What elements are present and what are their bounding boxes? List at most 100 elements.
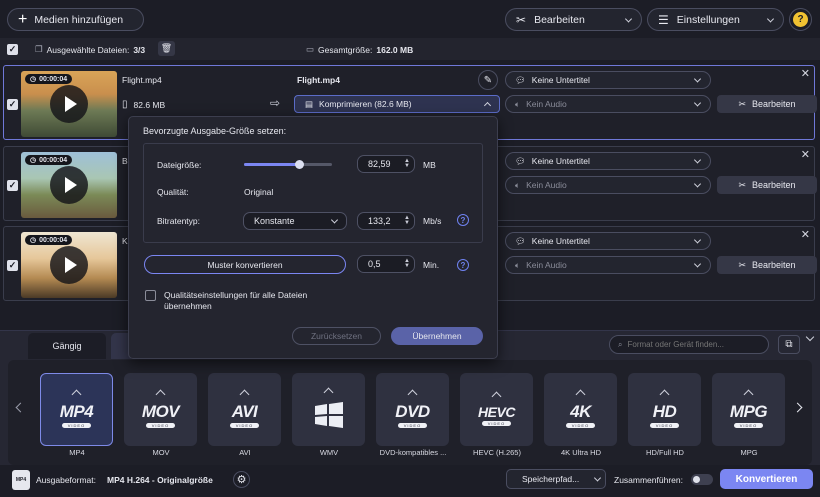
quality-label: Qualität: xyxy=(157,187,189,197)
bitrate-input[interactable]: 133,2 ▲ ▼ xyxy=(357,212,415,230)
spinner-icon[interactable]: ▲ ▼ xyxy=(404,258,410,269)
video-thumbnail[interactable]: ◷ 00:00:04 xyxy=(21,152,117,218)
edit-file-label: Bearbeiten xyxy=(752,260,796,270)
reset-button[interactable]: Zurücksetzen xyxy=(292,327,381,345)
convert-button[interactable]: Konvertieren xyxy=(720,469,813,489)
file-checkbox[interactable]: ✓ xyxy=(7,99,18,110)
help-button[interactable]: ? xyxy=(789,8,812,31)
speaker-icon: 🔈︎ xyxy=(515,179,521,190)
caret-up-icon xyxy=(71,389,82,400)
help-icon[interactable]: ? xyxy=(457,214,469,226)
duration-badge: ◷ 00:00:04 xyxy=(25,155,73,165)
sample-length-input[interactable]: 0,5 ▲ ▼ xyxy=(357,255,415,273)
apply-button[interactable]: Übernehmen xyxy=(391,327,483,345)
caret-up-icon xyxy=(743,389,754,400)
spinner-icon[interactable]: ▲ ▼ xyxy=(404,215,410,226)
edit-file-button[interactable]: ✂ Bearbeiten xyxy=(717,256,817,274)
speech-bubble-icon: 💬︎ xyxy=(515,155,526,166)
device-icon[interactable]: ⧉ xyxy=(778,335,800,354)
document-icon: ▯ xyxy=(122,99,128,110)
compress-dropdown[interactable]: ▤ Komprimieren (82.6 MB) xyxy=(294,95,500,113)
format-mov[interactable]: MOV VIDEO xyxy=(124,373,197,446)
size-label: Dateigröße: xyxy=(157,160,202,170)
subtitle-value: Keine Untertitel xyxy=(531,236,590,246)
audio-dropdown[interactable]: 🔈︎ Kein Audio xyxy=(505,95,711,113)
format-mpg[interactable]: MPG VIDEO xyxy=(712,373,785,446)
audio-value: Kein Audio xyxy=(526,99,567,109)
format-4k[interactable]: 4K VIDEO xyxy=(544,373,617,446)
spinner-icon[interactable]: ▲ ▼ xyxy=(404,158,410,169)
tools-icon: ✂ xyxy=(738,179,746,190)
close-icon[interactable]: ✕ xyxy=(801,67,810,80)
help-icon[interactable]: ? xyxy=(457,259,469,271)
file-checkbox[interactable]: ✓ xyxy=(7,180,18,191)
add-media-button[interactable]: + Medien hinzufügen xyxy=(7,8,144,31)
file-name: B xyxy=(122,156,128,166)
play-icon[interactable] xyxy=(50,246,88,284)
trash-icon[interactable]: 🗑 xyxy=(158,41,175,56)
caret-up-icon xyxy=(407,389,418,400)
format-avi[interactable]: AVI VIDEO xyxy=(208,373,281,446)
format-hd[interactable]: HD VIDEO xyxy=(628,373,701,446)
chevron-down-icon xyxy=(693,260,702,268)
format-wmv[interactable] xyxy=(292,373,365,446)
select-all-checkbox[interactable]: ✓ xyxy=(7,44,18,55)
format-hevc[interactable]: HEVC VIDEO xyxy=(460,373,533,446)
output-format-icon: MP4 xyxy=(12,470,30,490)
edit-file-button[interactable]: ✂ Bearbeiten xyxy=(717,176,817,194)
compression-popup: Bevorzugte Ausgabe-Größe setzen: Dateigr… xyxy=(128,116,498,359)
caret-up-icon xyxy=(491,391,502,402)
sample-convert-button[interactable]: Muster konvertieren xyxy=(144,255,346,274)
apply-label: Übernehmen xyxy=(412,331,462,341)
convert-label: Konvertieren xyxy=(735,473,798,485)
caret-up-icon xyxy=(575,389,586,400)
zip-icon: ▤ xyxy=(305,98,314,109)
format-mp4[interactable]: MP4 VIDEO xyxy=(40,373,113,446)
settings-menu-button[interactable]: ☰ Einstellungen xyxy=(647,8,784,31)
caret-up-icon xyxy=(155,389,166,400)
output-format-label: Ausgabeformat: xyxy=(36,475,97,485)
caret-up-icon xyxy=(323,387,334,398)
close-icon[interactable]: ✕ xyxy=(801,228,810,241)
size-slider[interactable] xyxy=(244,160,332,169)
edit-menu-button[interactable]: ✂ Bearbeiten xyxy=(505,8,642,31)
edit-file-button[interactable]: ✂ Bearbeiten xyxy=(717,95,817,113)
apply-all-checkbox[interactable] xyxy=(145,290,156,301)
video-thumbnail[interactable]: ◷ 00:00:04 xyxy=(21,232,117,298)
audio-dropdown[interactable]: 🔈︎ Kein Audio xyxy=(505,256,711,274)
subtitle-dropdown[interactable]: 💬︎ Keine Untertitel xyxy=(505,152,711,170)
format-dvd[interactable]: DVD VIDEO xyxy=(376,373,449,446)
file-size-value: 82.6 MB xyxy=(133,99,166,110)
subtitle-value: Keine Untertitel xyxy=(531,75,590,85)
chevron-down-icon xyxy=(693,75,702,83)
play-icon[interactable] xyxy=(50,85,88,123)
file-checkbox[interactable]: ✓ xyxy=(7,260,18,271)
plus-icon: + xyxy=(18,10,28,28)
merge-label: Zusammenführen: xyxy=(614,475,683,485)
file-icon: ▭ xyxy=(306,44,315,54)
speaker-icon: 🔈︎ xyxy=(515,259,521,270)
merge-toggle[interactable] xyxy=(691,474,713,485)
format-search[interactable]: ⌕ xyxy=(609,335,769,354)
format-logo: HD xyxy=(652,402,677,421)
tab-common[interactable]: Gängig xyxy=(28,333,106,359)
save-path-button[interactable]: Speicherpfad... xyxy=(506,469,606,489)
clock-icon: ◷ xyxy=(30,76,37,83)
video-thumbnail[interactable]: ◷ 00:00:04 xyxy=(21,71,117,137)
play-icon[interactable] xyxy=(50,166,88,204)
size-input[interactable]: 82,59 ▲ ▼ xyxy=(357,155,415,173)
size-unit: MB xyxy=(423,160,436,170)
duration-text: 00:00:04 xyxy=(39,75,68,83)
subtitle-dropdown[interactable]: 💬︎ Keine Untertitel xyxy=(505,232,711,250)
gear-icon[interactable]: ⚙ xyxy=(233,471,250,488)
bitrate-type-select[interactable]: Konstante xyxy=(243,212,347,230)
format-label: DVD-kompatibles ... xyxy=(379,448,447,457)
size-slider-knob[interactable] xyxy=(294,160,304,169)
chevron-up-icon xyxy=(483,101,492,110)
close-icon[interactable]: ✕ xyxy=(801,148,810,161)
rename-pencil-icon[interactable]: ✎ xyxy=(478,70,498,90)
compress-label: Komprimieren (82.6 MB) xyxy=(319,99,412,109)
audio-dropdown[interactable]: 🔈︎ Kein Audio xyxy=(505,176,711,194)
subtitle-dropdown[interactable]: 💬︎ Keine Untertitel xyxy=(505,71,711,89)
search-input[interactable] xyxy=(627,340,746,349)
